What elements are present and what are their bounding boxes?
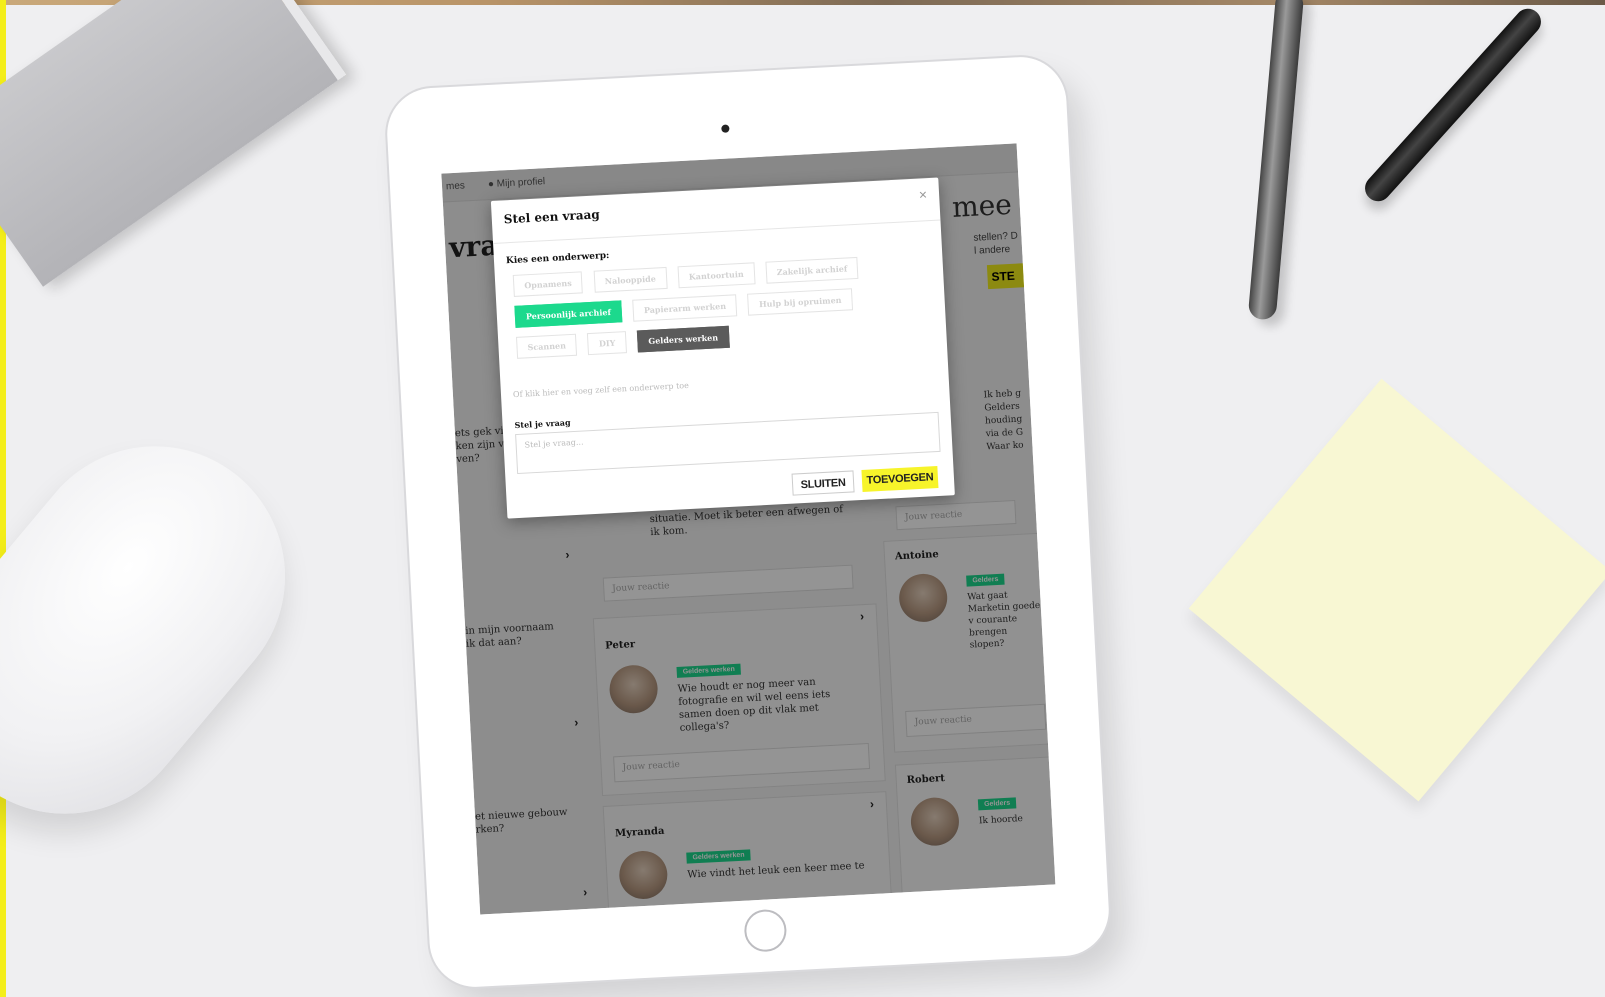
- topic-list: Opnamens Nalooppide Kantoortuin Zakelijk…: [512, 253, 927, 367]
- topic-chip[interactable]: Hulp bij opruimen: [747, 288, 854, 316]
- topic-chip[interactable]: Opnamens: [512, 271, 584, 297]
- pen-object: [1247, 0, 1305, 321]
- topic-chip[interactable]: Scannen: [515, 333, 578, 359]
- choose-topic-label: Kies een onderwerp:: [505, 250, 610, 267]
- add-button[interactable]: TOEVOEGEN: [861, 466, 939, 492]
- sticky-note: [1188, 378, 1605, 802]
- close-icon[interactable]: ×: [918, 186, 927, 202]
- modal-title: Stel een vraag: [503, 207, 601, 227]
- topic-chip[interactable]: Kantoortuin: [677, 262, 756, 289]
- tablet-screen: mes ● Mijn profiel vra mee stellen? D l …: [441, 143, 1056, 915]
- tablet-device: mes ● Mijn profiel vra mee stellen? D l …: [384, 54, 1112, 990]
- question-input[interactable]: Stel je vraag...: [515, 411, 941, 475]
- topic-chip-selected[interactable]: Gelders werken: [636, 325, 730, 353]
- app-background: mes ● Mijn profiel vra mee stellen? D l …: [441, 143, 1056, 915]
- ask-question-label: Stel je vraag: [514, 417, 571, 431]
- add-topic-link[interactable]: Of klik hier en voeg zelf een onderwerp …: [513, 381, 689, 399]
- book-object: [0, 0, 347, 287]
- camera-icon: [721, 124, 730, 133]
- topic-chip[interactable]: Zakelijk archief: [765, 256, 859, 284]
- topic-chip-selected[interactable]: Persoonlijk archief: [514, 300, 623, 328]
- marker-object: [1359, 3, 1547, 207]
- topic-chip[interactable]: Papierarm werken: [632, 294, 738, 322]
- home-button[interactable]: [743, 908, 788, 953]
- topic-chip[interactable]: Nalooppide: [593, 266, 668, 293]
- ask-question-modal: Stel een vraag × Kies een onderwerp: Opn…: [490, 177, 955, 519]
- mouse-object: [0, 393, 339, 867]
- close-button[interactable]: SLUITEN: [791, 470, 855, 496]
- topic-chip[interactable]: DIY: [587, 331, 627, 356]
